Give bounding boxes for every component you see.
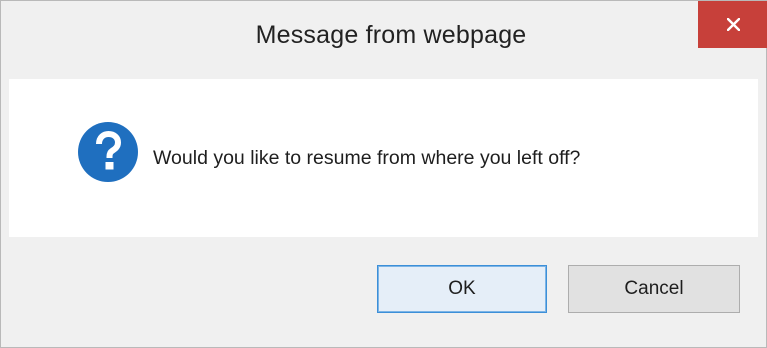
message-area: Would you like to resume from where you … bbox=[9, 79, 758, 237]
title-bar: Message from webpage bbox=[1, 1, 766, 79]
dialog-message: Would you like to resume from where you … bbox=[153, 147, 581, 169]
close-button[interactable] bbox=[698, 1, 767, 48]
question-icon bbox=[78, 122, 138, 182]
dialog-window: Message from webpage Would you like to r… bbox=[0, 0, 767, 348]
dialog-title: Message from webpage bbox=[255, 21, 527, 49]
close-icon bbox=[727, 18, 740, 31]
ok-button[interactable]: OK bbox=[377, 265, 547, 313]
cancel-button[interactable]: Cancel bbox=[568, 265, 740, 313]
